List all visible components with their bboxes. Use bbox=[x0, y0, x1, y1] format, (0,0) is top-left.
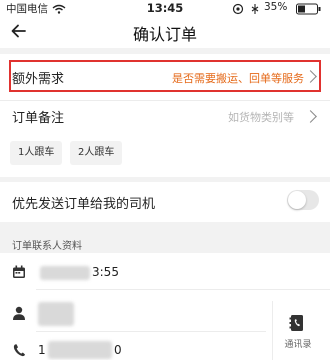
contact-phone-suffix[interactable]: 0 bbox=[114, 343, 122, 357]
contact-phone-prefix[interactable]: 1 bbox=[38, 343, 46, 357]
phone-icon bbox=[13, 344, 25, 357]
toggle-knob bbox=[288, 191, 306, 209]
battery-icon bbox=[296, 3, 321, 15]
priority-driver-label: 优先发送订单给我的司机 bbox=[12, 197, 156, 212]
contact-section-header: 订单联系人资料 bbox=[12, 241, 82, 252]
order-remarks-label: 订单备注 bbox=[12, 111, 65, 126]
contact-time[interactable]: 3:55 bbox=[92, 265, 119, 279]
address-book-icon bbox=[289, 315, 303, 331]
redacted-phone bbox=[48, 341, 112, 359]
extra-request-label: 额外需求 bbox=[12, 72, 65, 87]
person-icon bbox=[13, 306, 25, 320]
redacted-contact-name[interactable] bbox=[38, 302, 74, 326]
divider bbox=[36, 331, 266, 332]
chip-2-person[interactable]: 2人跟车 bbox=[70, 141, 123, 165]
calendar-icon bbox=[13, 265, 25, 278]
address-book-label: 通讯录 bbox=[284, 340, 312, 350]
page-title: 确认订单 bbox=[132, 25, 197, 44]
divider bbox=[36, 289, 330, 290]
alarm-icon bbox=[251, 4, 259, 14]
battery-percent: 35% bbox=[264, 1, 288, 13]
extra-request-value[interactable]: 是否需要搬运、回单等服务 bbox=[172, 70, 304, 86]
redacted-date bbox=[40, 266, 90, 280]
order-remarks-hint[interactable]: 如货物类别等 bbox=[228, 109, 294, 125]
chip-1-person[interactable]: 1人跟车 bbox=[10, 141, 63, 165]
location-icon bbox=[232, 3, 244, 15]
